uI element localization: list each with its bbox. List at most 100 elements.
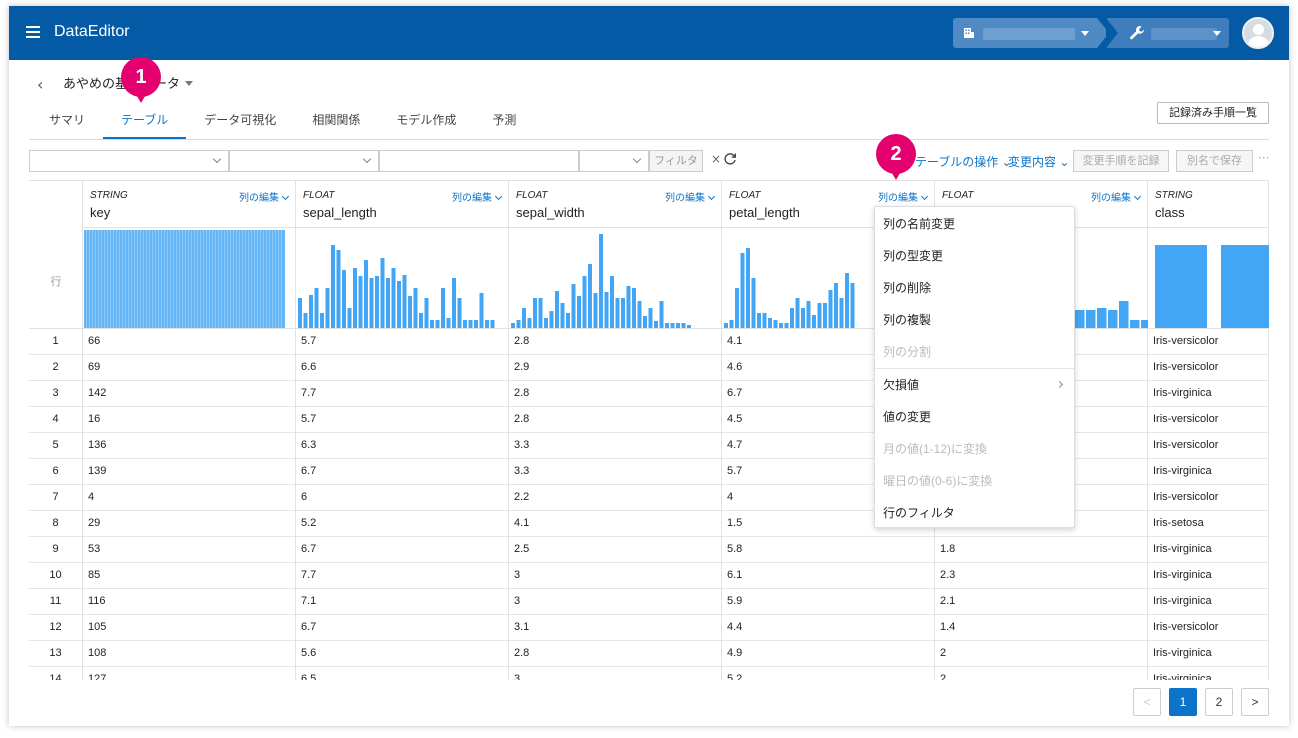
- menu-item-change-type[interactable]: 列の型変更: [875, 240, 1074, 272]
- table-cell[interactable]: 2.8: [509, 407, 721, 433]
- table-cell[interactable]: 7.7: [296, 381, 508, 407]
- filter-column-select[interactable]: [29, 150, 229, 172]
- table-cell[interactable]: 2.8: [509, 641, 721, 667]
- filter-button[interactable]: フィルタ: [649, 150, 703, 172]
- table-cell[interactable]: Iris-versicolor: [1148, 485, 1268, 511]
- table-cell[interactable]: 2.9: [509, 355, 721, 381]
- table-cell[interactable]: Iris-virginica: [1148, 459, 1268, 485]
- table-cell[interactable]: 3.1: [509, 615, 721, 641]
- menu-item-missing-values[interactable]: 欠損値: [875, 369, 1074, 401]
- table-cell[interactable]: Iris-virginica: [1148, 563, 1268, 589]
- table-cell[interactable]: 4.4: [722, 615, 934, 641]
- table-cell[interactable]: 142: [83, 381, 295, 407]
- table-cell[interactable]: 127: [83, 667, 295, 680]
- menu-item-delete-column[interactable]: 列の削除: [875, 272, 1074, 304]
- table-cell[interactable]: 5.9: [722, 589, 934, 615]
- table-cell[interactable]: 53: [83, 537, 295, 563]
- table-cell[interactable]: 5.2: [722, 667, 934, 680]
- table-cell[interactable]: 2.3: [935, 563, 1147, 589]
- table-cell[interactable]: 1.4: [935, 615, 1147, 641]
- refresh-icon[interactable]: [723, 152, 737, 166]
- tab-summary[interactable]: サマリ: [31, 107, 103, 139]
- tab-correlation[interactable]: 相関関係: [294, 107, 378, 139]
- table-cell[interactable]: 66: [83, 329, 295, 355]
- table-cell[interactable]: 4.9: [722, 641, 934, 667]
- table-cell[interactable]: 108: [83, 641, 295, 667]
- table-cell[interactable]: Iris-versicolor: [1148, 329, 1268, 355]
- table-cell[interactable]: 136: [83, 433, 295, 459]
- column-edit-menu[interactable]: 列の編集: [452, 189, 503, 204]
- table-cell[interactable]: 5.7: [296, 407, 508, 433]
- column-edit-menu[interactable]: 列の編集: [665, 189, 716, 204]
- table-cell[interactable]: 85: [83, 563, 295, 589]
- table-cell[interactable]: 2.5: [509, 537, 721, 563]
- filter-value-input[interactable]: [379, 150, 579, 172]
- table-cell[interactable]: 7.7: [296, 563, 508, 589]
- table-operations-menu[interactable]: テーブルの操作 ⌄: [915, 153, 1012, 170]
- dataset-caret-down-icon[interactable]: [185, 81, 193, 86]
- table-cell[interactable]: 5.7: [296, 329, 508, 355]
- pagination-page-2[interactable]: 2: [1205, 688, 1233, 716]
- table-cell[interactable]: Iris-versicolor: [1148, 407, 1268, 433]
- table-cell[interactable]: Iris-virginica: [1148, 641, 1268, 667]
- table-cell[interactable]: 105: [83, 615, 295, 641]
- menu-item-change-values[interactable]: 値の変更: [875, 401, 1074, 433]
- changes-menu[interactable]: 変更内容 ⌄: [1008, 153, 1069, 170]
- table-cell[interactable]: Iris-virginica: [1148, 589, 1268, 615]
- table-cell[interactable]: Iris-versicolor: [1148, 433, 1268, 459]
- menu-item-row-filter[interactable]: 行のフィルタ: [875, 497, 1074, 529]
- table-cell[interactable]: Iris-setosa: [1148, 511, 1268, 537]
- table-cell[interactable]: 16: [83, 407, 295, 433]
- table-cell[interactable]: Iris-versicolor: [1148, 615, 1268, 641]
- table-cell[interactable]: 2.8: [509, 381, 721, 407]
- table-cell[interactable]: 2: [935, 641, 1147, 667]
- table-cell[interactable]: 2.2: [509, 485, 721, 511]
- tab-prediction[interactable]: 予測: [474, 107, 534, 139]
- column-edit-menu[interactable]: 列の編集: [239, 189, 290, 204]
- more-options-icon[interactable]: ···: [1258, 151, 1269, 165]
- table-cell[interactable]: Iris-virginica: [1148, 537, 1268, 563]
- table-cell[interactable]: 5.6: [296, 641, 508, 667]
- column-edit-menu[interactable]: 列の編集: [878, 189, 929, 204]
- hamburger-menu-icon[interactable]: [26, 26, 40, 38]
- table-cell[interactable]: 6.3: [296, 433, 508, 459]
- filter-mode-select[interactable]: [579, 150, 649, 172]
- table-cell[interactable]: 6.7: [296, 615, 508, 641]
- filter-operator-select[interactable]: [229, 150, 379, 172]
- table-cell[interactable]: Iris-versicolor: [1148, 355, 1268, 381]
- table-cell[interactable]: 6.6: [296, 355, 508, 381]
- tab-table[interactable]: テーブル: [103, 107, 187, 139]
- table-cell[interactable]: 2.1: [935, 589, 1147, 615]
- table-cell[interactable]: 7.1: [296, 589, 508, 615]
- table-cell[interactable]: 3.3: [509, 459, 721, 485]
- user-avatar[interactable]: [1242, 17, 1274, 49]
- pagination-page-1[interactable]: 1: [1169, 688, 1197, 716]
- pagination-next[interactable]: >: [1241, 688, 1269, 716]
- column-edit-menu[interactable]: 列の編集: [1091, 189, 1142, 204]
- table-cell[interactable]: 139: [83, 459, 295, 485]
- table-cell[interactable]: Iris-virginica: [1148, 381, 1268, 407]
- table-cell[interactable]: 6.7: [296, 537, 508, 563]
- table-cell[interactable]: 6.1: [722, 563, 934, 589]
- tab-visualization[interactable]: データ可視化: [186, 107, 294, 139]
- clear-filter-icon[interactable]: ×: [711, 152, 721, 166]
- project-select[interactable]: [1106, 18, 1229, 48]
- record-steps-button[interactable]: 変更手順を記録: [1073, 150, 1169, 172]
- save-as-button[interactable]: 別名で保存: [1176, 150, 1253, 172]
- tab-model-creation[interactable]: モデル作成: [378, 107, 474, 139]
- table-cell[interactable]: 5.2: [296, 511, 508, 537]
- table-cell[interactable]: 3: [509, 563, 721, 589]
- table-cell[interactable]: 1.8: [935, 537, 1147, 563]
- table-cell[interactable]: 3: [509, 667, 721, 680]
- organization-select[interactable]: [953, 18, 1109, 48]
- pagination-prev[interactable]: <: [1133, 688, 1161, 716]
- table-cell[interactable]: 4.1: [509, 511, 721, 537]
- table-cell[interactable]: 3.3: [509, 433, 721, 459]
- table-cell[interactable]: 4: [83, 485, 295, 511]
- table-cell[interactable]: 29: [83, 511, 295, 537]
- table-cell[interactable]: 116: [83, 589, 295, 615]
- table-cell[interactable]: 69: [83, 355, 295, 381]
- table-cell[interactable]: 3: [509, 589, 721, 615]
- recorded-steps-button[interactable]: 記録済み手順一覧: [1157, 102, 1269, 124]
- back-chevron-icon[interactable]: ‹: [37, 75, 43, 94]
